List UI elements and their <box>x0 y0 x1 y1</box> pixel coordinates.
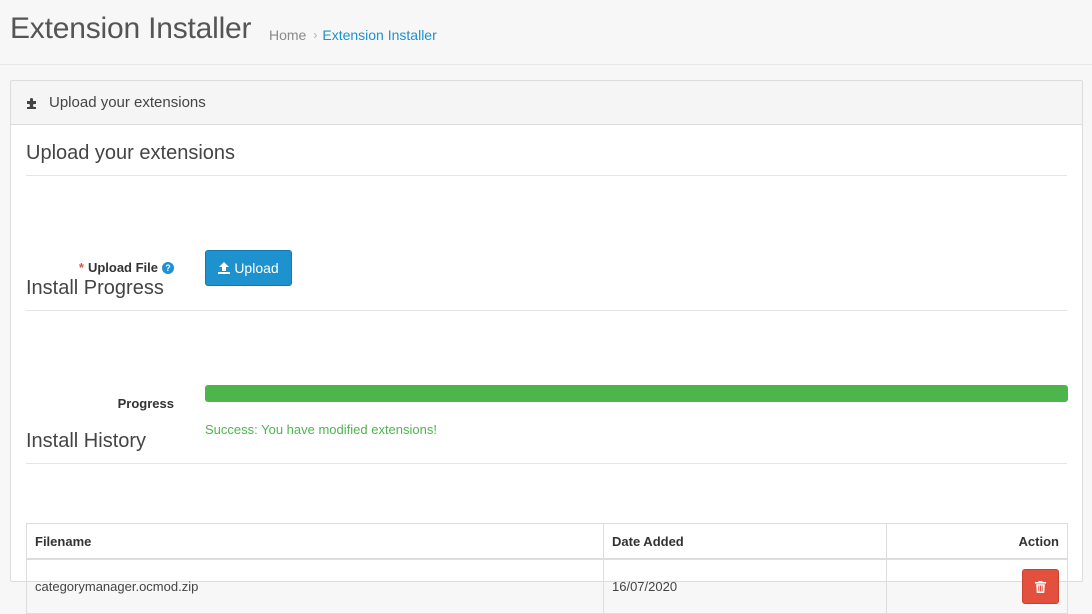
column-date-added[interactable]: Date Added <box>603 523 887 560</box>
upload-file-label-text: Upload File <box>87 260 158 275</box>
breadcrumb-home[interactable]: Home <box>269 27 306 43</box>
history-section-title: Install History <box>26 430 1067 464</box>
breadcrumb: Home › Extension Installer <box>269 27 437 43</box>
breadcrumb-extension-installer[interactable]: Extension Installer <box>322 27 436 43</box>
row-filename: categorymanager.ocmod.zip <box>26 558 604 614</box>
upload-file-label: * Upload File? <box>26 260 174 275</box>
breadcrumb-separator: › <box>313 28 318 42</box>
page-header: Extension Installer Home › Extension Ins… <box>0 0 1092 65</box>
upload-button-label: Upload <box>234 260 279 276</box>
puzzle-icon <box>27 97 36 109</box>
panel-heading-text: Upload your extensions <box>49 94 206 111</box>
progress-label: Progress <box>117 396 174 411</box>
help-icon[interactable]: ? <box>162 262 174 274</box>
row-date-added: 16/07/2020 <box>603 558 887 614</box>
progress-track <box>205 385 1068 402</box>
progress-bar <box>205 385 1068 402</box>
required-mark: * <box>78 260 84 275</box>
trash-icon <box>1035 580 1046 593</box>
column-filename[interactable]: Filename <box>26 523 604 560</box>
upload-panel: Upload your extensions Upload your exten… <box>10 80 1083 614</box>
upload-section-title: Upload your extensions <box>26 142 1067 176</box>
table-row: categorymanager.ocmod.zip 16/07/2020 <box>26 558 1068 614</box>
column-action: Action <box>886 523 1068 560</box>
panel-heading: Upload your extensions <box>11 81 1082 125</box>
table-header-row: Filename Date Added Action <box>26 523 1068 560</box>
page-title: Extension Installer <box>10 12 252 45</box>
progress-section-title: Install Progress <box>26 277 1067 311</box>
delete-button[interactable] <box>1022 569 1059 604</box>
install-history-table: Filename Date Added Action categorymanag… <box>26 523 1068 614</box>
row-action-cell <box>886 558 1068 614</box>
upload-icon <box>218 262 231 274</box>
